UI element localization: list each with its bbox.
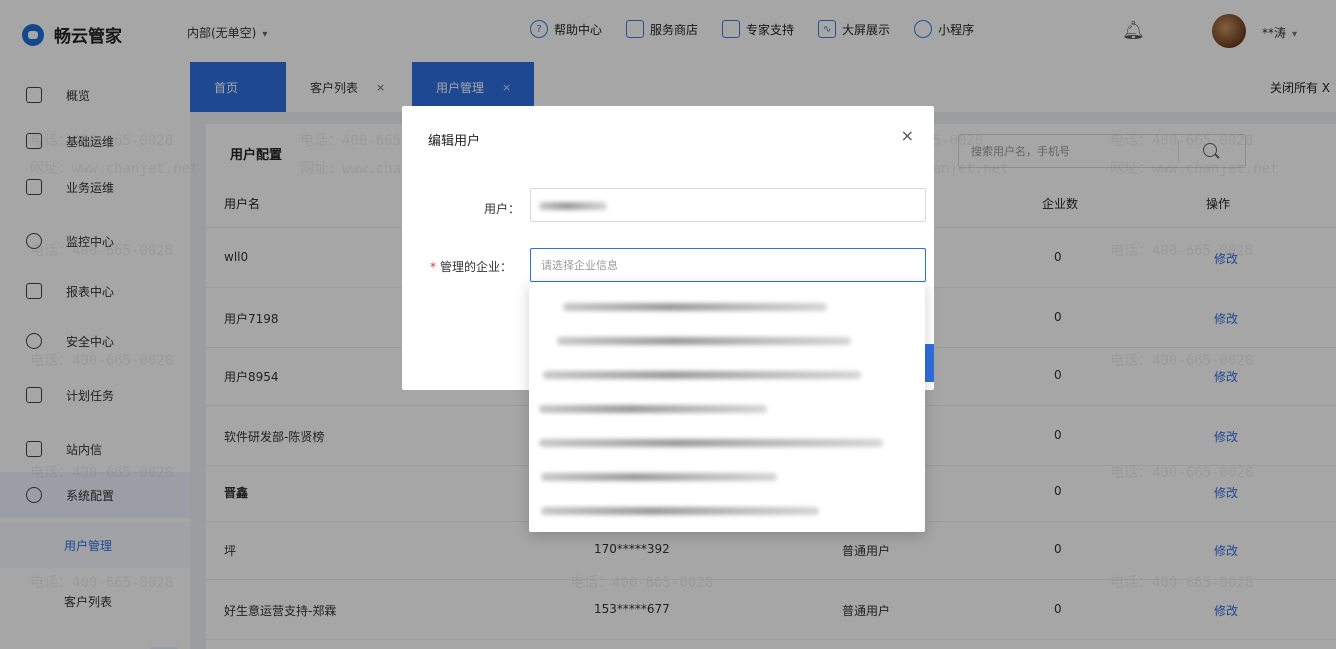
- user-field-label: 用户：: [484, 202, 521, 216]
- dropdown-option[interactable]: [529, 358, 925, 392]
- enterprise-label-text: 管理的企业：: [440, 260, 513, 274]
- redacted-user-name: [539, 202, 607, 210]
- dropdown-option[interactable]: [529, 324, 925, 358]
- redacted-option-text: [563, 303, 827, 311]
- close-icon[interactable]: ×: [901, 126, 914, 145]
- dropdown-option[interactable]: [529, 426, 925, 460]
- redacted-option-text: [543, 371, 861, 379]
- required-mark: *: [430, 260, 436, 274]
- dropdown-option[interactable]: [529, 392, 925, 426]
- confirm-button[interactable]: [924, 344, 934, 382]
- dialog-title: 编辑用户: [428, 134, 481, 149]
- enterprise-dropdown: [529, 282, 925, 532]
- user-field[interactable]: [530, 188, 926, 222]
- dropdown-option[interactable]: [529, 290, 925, 324]
- redacted-option-text: [541, 473, 777, 481]
- enterprise-field-label: * 管理的企业：: [430, 258, 512, 275]
- dropdown-option[interactable]: [529, 460, 925, 494]
- redacted-option-text: [557, 337, 851, 345]
- redacted-option-text: [539, 405, 767, 413]
- enterprise-select[interactable]: [530, 248, 926, 282]
- redacted-option-text: [539, 439, 883, 447]
- dropdown-option[interactable]: [529, 494, 925, 528]
- redacted-option-text: [541, 507, 819, 515]
